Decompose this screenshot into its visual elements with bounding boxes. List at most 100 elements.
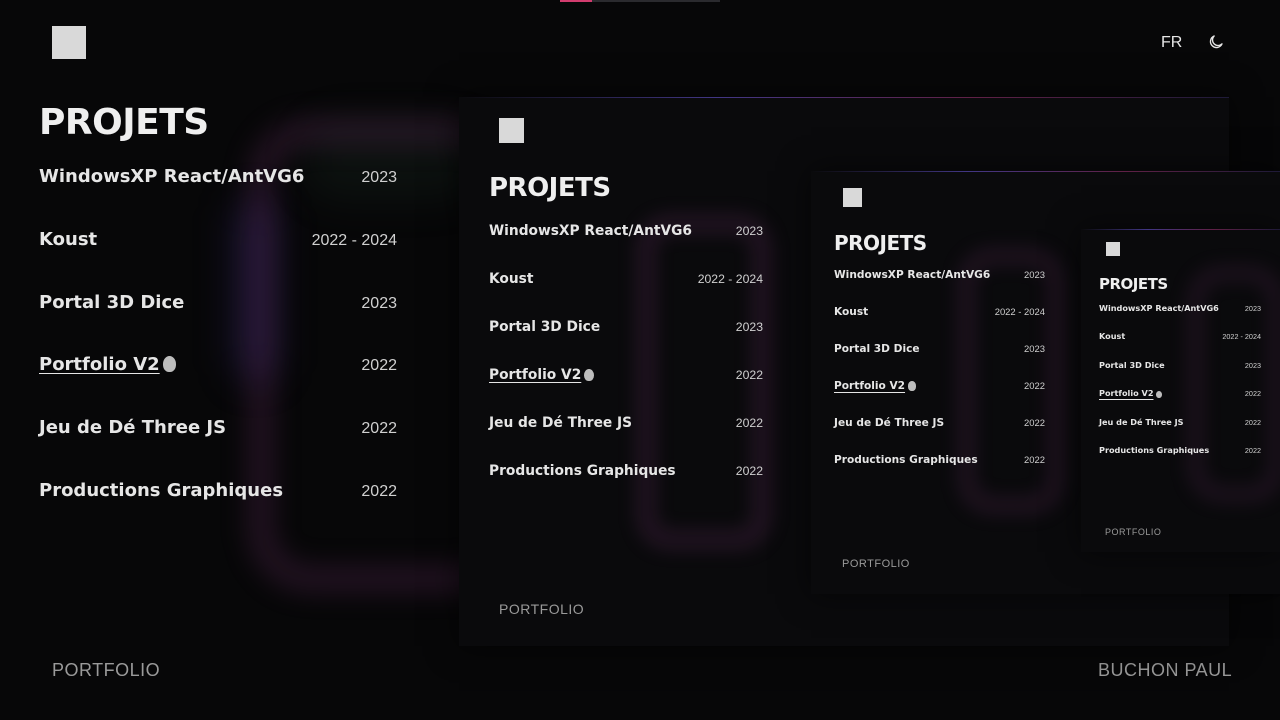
footer-portfolio: PORTFOLIO	[1105, 527, 1162, 537]
alien-icon	[162, 356, 176, 373]
project-name: Koust	[834, 306, 869, 318]
language-toggle[interactable]: FR	[1161, 34, 1182, 52]
panel-edge	[459, 97, 1229, 98]
panel-edge	[1081, 229, 1280, 230]
project-year: 2022	[1244, 446, 1261, 456]
project-year: 2022	[1244, 417, 1261, 427]
project-year: 2023	[735, 224, 763, 238]
alien-icon	[908, 381, 916, 392]
project-year: 2023	[361, 294, 397, 312]
project-row[interactable]: Portfolio V2 2022	[39, 354, 397, 375]
footer-author: BUCHON PAUL	[1098, 660, 1233, 680]
page-title: PROJETS	[834, 231, 927, 255]
project-year: 2023	[361, 169, 397, 186]
project-row: Portfolio V2 2022	[489, 367, 763, 383]
project-row: Portal 3D Dice 2023	[834, 343, 1045, 355]
project-year: 2022 - 2024	[994, 306, 1045, 317]
footer-portfolio[interactable]: PORTFOLIO	[52, 660, 160, 681]
logo-square	[1106, 242, 1120, 256]
project-name: Portal 3D Dice	[834, 343, 920, 356]
alien-icon	[1156, 390, 1163, 399]
project-year: 2023	[1244, 360, 1261, 370]
project-year: 2023	[735, 320, 763, 335]
project-name: Jeu de Dé Three JS	[1099, 416, 1184, 427]
project-row[interactable]: Productions Graphiques 2022	[39, 480, 397, 501]
project-year: 2022	[735, 368, 763, 383]
project-row: Portal 3D Dice 2023	[1099, 360, 1261, 370]
logo-square[interactable]	[52, 26, 86, 59]
project-name: Portfolio V2	[489, 367, 595, 383]
page-title: PROJETS	[489, 173, 611, 203]
project-name: Jeu de Dé Three JS	[489, 415, 633, 432]
project-name: Portfolio V2	[834, 380, 916, 392]
project-name: WindowsXP React/AntVG6	[1099, 303, 1219, 313]
project-row: Portfolio V2 2022	[834, 380, 1045, 392]
project-year: 2022	[361, 357, 397, 375]
project-year: 2022 - 2024	[697, 272, 763, 287]
project-name: Portal 3D Dice	[1099, 359, 1165, 370]
project-year: 2022 - 2024	[1222, 332, 1261, 342]
project-row[interactable]: Jeu de Dé Three JS 2022	[39, 417, 397, 438]
project-row: Jeu de Dé Three JS 2022	[489, 415, 763, 431]
project-name: Koust	[489, 271, 534, 288]
project-year: 2023	[1244, 304, 1261, 313]
project-name: WindowsXP React/AntVG6	[834, 269, 991, 281]
page-title: PROJETS	[39, 102, 209, 143]
project-row: Jeu de Dé Three JS 2022	[1099, 417, 1261, 427]
project-row: Portal 3D Dice 2023	[489, 319, 763, 335]
project-year: 2023	[1024, 269, 1045, 280]
logo-square	[843, 188, 862, 207]
project-year: 2022	[1244, 389, 1261, 399]
footer-portfolio: PORTFOLIO	[499, 601, 585, 617]
project-name[interactable]: WindowsXP React/AntVG6	[39, 166, 304, 187]
project-name: Portal 3D Dice	[489, 319, 601, 336]
project-row[interactable]: WindowsXP React/AntVG6 2023	[39, 166, 397, 187]
project-row: WindowsXP React/AntVG6 2023	[834, 269, 1045, 281]
page-progress-fill	[560, 0, 592, 2]
project-name[interactable]: Productions Graphiques	[39, 480, 283, 501]
project-year: 2022	[735, 416, 763, 431]
preview-panel-3: PROJETS WindowsXP React/AntVG6 2023 Koust 2…	[1081, 229, 1280, 552]
project-name[interactable]: Portfolio V2	[39, 354, 176, 375]
project-row: Koust 2022 - 2024	[1099, 331, 1261, 341]
project-year: 2022 - 2024	[311, 231, 397, 249]
project-year: 2022	[1024, 417, 1045, 429]
project-name: Productions Graphiques	[834, 454, 978, 467]
project-name: Productions Graphiques	[489, 463, 676, 480]
moon-icon[interactable]	[1207, 33, 1225, 51]
project-row: Productions Graphiques 2022	[834, 454, 1045, 466]
project-year: 2023	[1024, 343, 1045, 355]
project-row: WindowsXP React/AntVG6 2023	[489, 223, 763, 239]
project-row: Koust 2022 - 2024	[834, 306, 1045, 318]
project-year: 2022	[1024, 380, 1045, 392]
project-row[interactable]: Portal 3D Dice 2023	[39, 292, 397, 313]
project-list: WindowsXP React/AntVG6 2023 Koust 2022 - 20…	[489, 223, 763, 483]
project-name: Koust	[1099, 331, 1126, 342]
project-year: 2022	[735, 464, 763, 479]
project-list: WindowsXP React/AntVG6 2023 Koust 2022 - 20…	[39, 166, 397, 516]
project-name: Productions Graphiques	[1099, 445, 1210, 456]
page-progress-track	[560, 0, 720, 2]
project-name: Jeu de Dé Three JS	[834, 417, 945, 430]
project-row: Productions Graphiques 2022	[1099, 445, 1261, 455]
project-name[interactable]: Koust	[39, 229, 97, 250]
footer-portfolio: PORTFOLIO	[842, 558, 910, 570]
project-list: WindowsXP React/AntVG6 2023 Koust 2022 - 20…	[1099, 303, 1261, 463]
project-name: WindowsXP React/AntVG6	[489, 223, 692, 239]
project-row: Jeu de Dé Three JS 2022	[834, 417, 1045, 429]
project-name[interactable]: Portal 3D Dice	[39, 292, 184, 313]
project-list: WindowsXP React/AntVG6 2023 Koust 2022 - 20…	[834, 269, 1045, 469]
project-year: 2022	[1024, 454, 1045, 466]
project-row: WindowsXP React/AntVG6 2023	[1099, 303, 1261, 313]
project-year: 2022	[361, 483, 397, 500]
page-title: PROJETS	[1099, 275, 1168, 293]
project-name[interactable]: Jeu de Dé Three JS	[39, 417, 226, 438]
project-year: 2022	[361, 420, 397, 438]
alien-icon	[584, 368, 595, 382]
logo-square	[499, 118, 524, 143]
panel-edge	[811, 171, 1280, 172]
project-row[interactable]: Koust 2022 - 2024	[39, 229, 397, 250]
project-row: Portfolio V2 2022	[1099, 388, 1261, 399]
project-name: Portfolio V2	[1099, 388, 1163, 399]
project-row: Productions Graphiques 2022	[489, 463, 763, 479]
